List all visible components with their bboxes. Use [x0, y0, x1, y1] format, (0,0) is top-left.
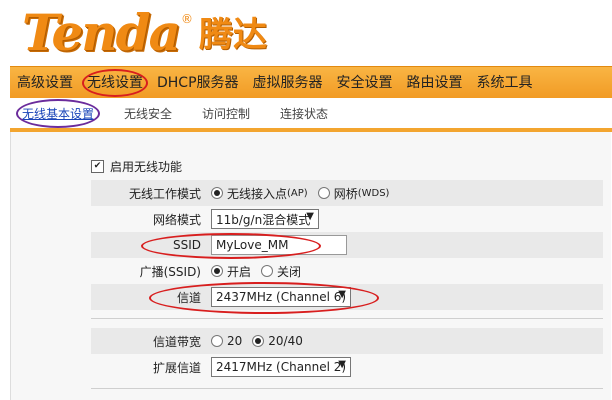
enable-wireless-checkbox[interactable]: ✔: [91, 159, 104, 173]
logo-text-en: Tenda: [22, 3, 181, 62]
work-mode-row: 无线工作模式 无线接入点 (AP) 网桥 (WDS): [91, 180, 603, 206]
logo-text-cn: 腾达: [199, 15, 267, 55]
enable-wireless-label: 启用无线功能: [110, 159, 183, 174]
broadcast-on-radio[interactable]: [211, 265, 223, 277]
ssid-input[interactable]: MyLove_MM: [211, 235, 347, 255]
channel-value: 2437MHz (Channel 6): [216, 290, 347, 304]
ssid-label: SSID: [172, 238, 201, 252]
section-divider: [91, 318, 603, 319]
bandwidth-row: 信道带宽 20 20/40: [91, 328, 603, 354]
bandwidth-20-label: 20: [227, 334, 243, 348]
enable-wireless-row: ✔ 启用无线功能: [91, 154, 182, 178]
work-mode-ap-option[interactable]: 无线接入点 (AP): [211, 185, 308, 202]
main-menu: 高级设置 无线设置 DHCP服务器 虚拟服务器 安全设置 路由设置 系统工具: [10, 66, 612, 99]
channel-row: 信道 2437MHz (Channel 6) ▼: [91, 284, 603, 310]
network-mode-row: 网络模式 11b/g/n混合模式 ▼: [91, 206, 603, 232]
header: Tenda ® 腾达: [0, 0, 612, 66]
ap-tag: (AP): [287, 187, 308, 199]
sub-menu: 无线基本设置 无线安全 访问控制 连接状态: [10, 98, 612, 132]
bandwidth-2040-radio[interactable]: [252, 335, 265, 347]
menu-security[interactable]: 安全设置: [330, 67, 400, 99]
ssid-row: SSID MyLove_MM: [91, 232, 603, 258]
wds-tag: (WDS): [357, 187, 390, 199]
broadcast-label: 广播(SSID): [139, 264, 201, 279]
content-area: ✔ 启用无线功能 无线工作模式 无线接入点 (AP) 网桥 (WDS) 网络模式…: [10, 132, 611, 400]
menu-wireless[interactable]: 无线设置: [80, 67, 150, 99]
broadcast-on-option[interactable]: 开启: [211, 263, 251, 280]
bandwidth-label: 信道带宽: [152, 334, 201, 349]
work-mode-wds-option[interactable]: 网桥 (WDS): [317, 185, 390, 202]
wds-label: 网桥: [333, 186, 358, 201]
network-mode-label: 网络模式: [152, 212, 201, 227]
registered-mark: ®: [181, 12, 193, 26]
bandwidth-2040-option[interactable]: 20/40: [252, 334, 303, 348]
submenu-wireless-basic[interactable]: 无线基本设置: [15, 98, 101, 128]
broadcast-on-label: 开启: [227, 264, 252, 279]
broadcast-off-radio[interactable]: [261, 265, 274, 277]
tenda-logo: Tenda ® 腾达: [22, 2, 267, 60]
dropdown-arrow-icon: ▼: [306, 211, 314, 222]
ap-label: 无线接入点: [227, 186, 288, 201]
work-mode-label: 无线工作模式: [128, 186, 201, 201]
network-mode-select[interactable]: 11b/g/n混合模式 ▼: [211, 209, 319, 229]
menu-advanced[interactable]: 高级设置: [10, 67, 80, 99]
ext-channel-label: 扩展信道: [152, 360, 201, 375]
menu-routing[interactable]: 路由设置: [400, 67, 470, 99]
dropdown-arrow-icon: ▼: [338, 289, 346, 300]
ext-channel-row: 扩展信道 2417MHz (Channel 2) ▼: [91, 354, 603, 380]
broadcast-row: 广播(SSID) 开启 关闭: [91, 258, 603, 284]
wds-radio[interactable]: [317, 187, 330, 199]
section-divider: [91, 388, 603, 389]
submenu-wireless-security[interactable]: 无线安全: [124, 105, 172, 122]
broadcast-off-option[interactable]: 关闭: [261, 263, 301, 280]
menu-dhcp[interactable]: DHCP服务器: [150, 67, 246, 99]
network-mode-value: 11b/g/n混合模式: [216, 212, 311, 227]
menu-system-tools[interactable]: 系统工具: [470, 67, 540, 99]
ext-channel-value: 2417MHz (Channel 2): [216, 360, 347, 374]
channel-label: 信道: [176, 290, 201, 305]
submenu-connection-status[interactable]: 连接状态: [280, 105, 328, 122]
ap-radio[interactable]: [211, 187, 223, 199]
dropdown-arrow-icon: ▼: [338, 359, 346, 370]
submenu-access-control[interactable]: 访问控制: [202, 105, 250, 122]
ext-channel-select[interactable]: 2417MHz (Channel 2) ▼: [211, 357, 351, 377]
channel-select[interactable]: 2437MHz (Channel 6) ▼: [211, 287, 351, 307]
bandwidth-20-option[interactable]: 20: [211, 334, 242, 348]
menu-virtual-server[interactable]: 虚拟服务器: [246, 67, 330, 99]
broadcast-off-label: 关闭: [277, 264, 302, 279]
bandwidth-20-radio[interactable]: [211, 335, 223, 347]
bandwidth-2040-label: 20/40: [268, 334, 303, 348]
